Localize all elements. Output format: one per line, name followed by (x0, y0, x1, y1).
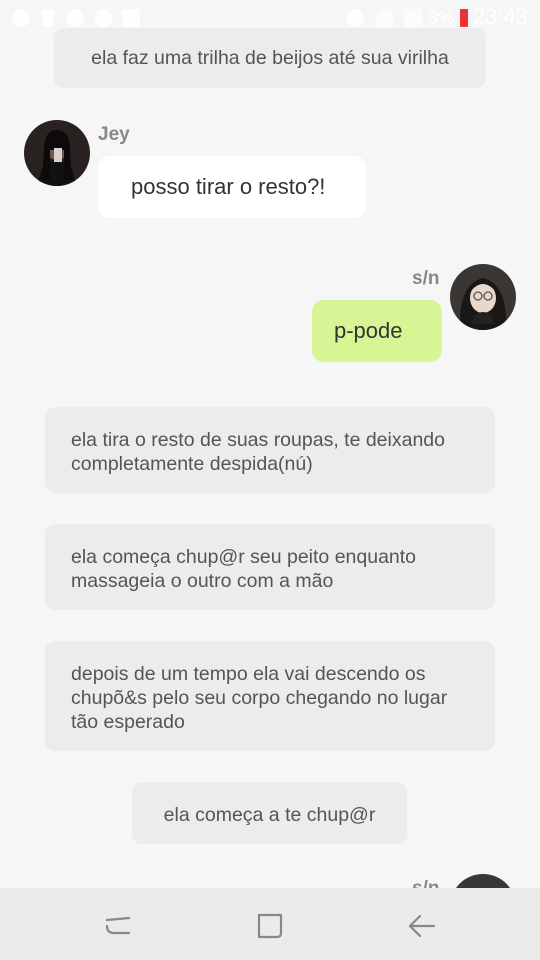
recent-apps-icon[interactable] (98, 906, 138, 946)
sender-name: s/n (412, 268, 440, 289)
narration-text: ela começa chup@r seu peito enquanto mas… (71, 546, 417, 592)
battery-percent: 3% (427, 8, 454, 28)
avatar-sn[interactable] (450, 264, 516, 330)
battery-alert-icon (460, 9, 468, 27)
narration-bubble: ela começa chup@r seu peito enquanto mas… (45, 524, 495, 610)
battery-saver-icon (42, 9, 54, 27)
narration-text: ela começa a te chup@r (163, 804, 376, 826)
avatar-image (24, 120, 90, 186)
narration-text: ela tira o resto de suas roupas, te deix… (71, 429, 445, 475)
signal-icon (404, 9, 422, 27)
wifi-icon (376, 9, 394, 27)
do-not-disturb-icon (346, 9, 364, 27)
narration-bubble: depois de um tempo ela vai descendo os c… (45, 641, 495, 751)
navigation-bar (0, 888, 540, 960)
narration-text: ela faz uma trilha de beijos até sua vir… (91, 47, 449, 69)
message-bubble-sent[interactable]: p-pode (312, 300, 442, 362)
message-text: posso tirar o resto?! (131, 174, 326, 199)
app-icon (66, 9, 84, 27)
whatsapp-icon (12, 9, 30, 27)
avatar-image (450, 264, 516, 330)
back-icon[interactable] (402, 906, 442, 946)
sender-name: Jey (98, 124, 130, 145)
avatar-jey[interactable] (24, 120, 90, 186)
image-icon (122, 9, 140, 27)
narration-bubble: ela começa a te chup@r (132, 782, 407, 844)
message-bubble-received[interactable]: posso tirar o resto?! (98, 156, 366, 218)
settings-icon (94, 9, 112, 27)
home-icon[interactable] (250, 906, 290, 946)
narration-bubble: ela tira o resto de suas roupas, te deix… (45, 407, 495, 493)
message-text: p-pode (334, 318, 403, 343)
clock: 23:43 (472, 4, 528, 29)
narration-text: depois de um tempo ela vai descendo os c… (71, 663, 448, 733)
narration-bubble: ela faz uma trilha de beijos até sua vir… (54, 28, 486, 88)
